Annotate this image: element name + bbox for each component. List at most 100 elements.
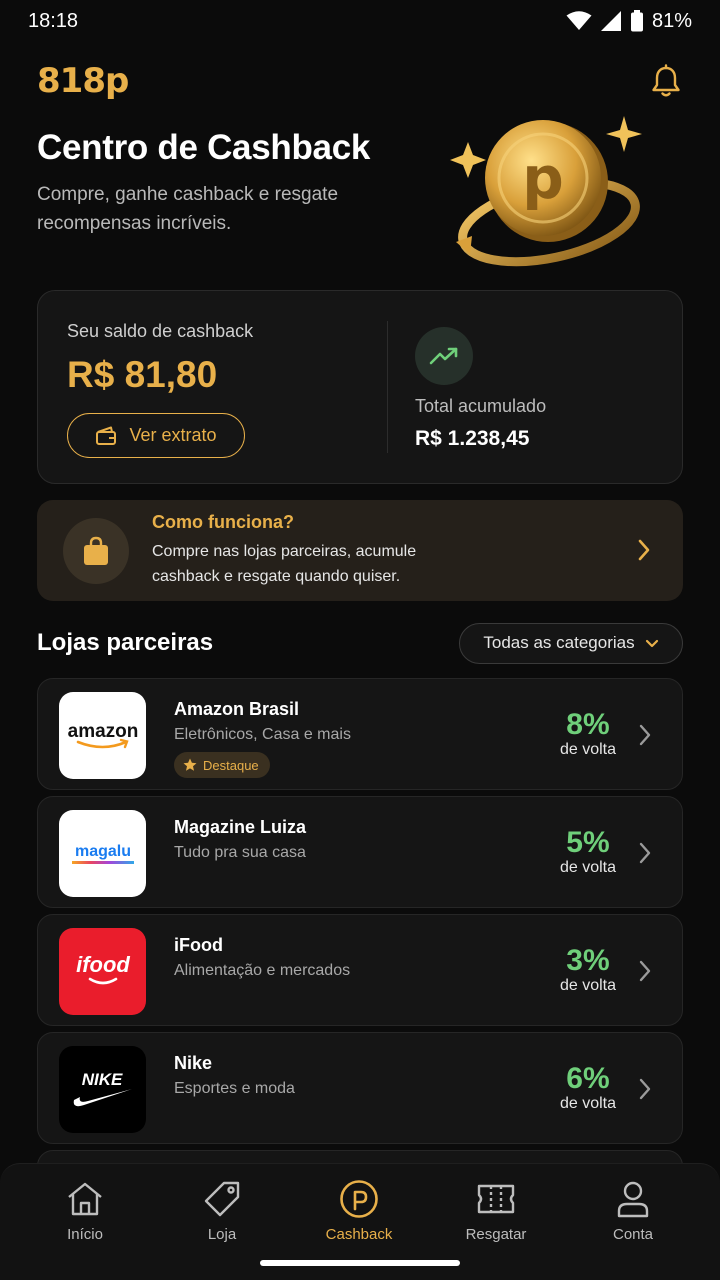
cashback-rate-label: de volta	[559, 1095, 616, 1112]
view-statement-label: Ver extrato	[129, 425, 217, 445]
nike-logo-text: NIKE	[81, 1070, 122, 1089]
nav-item-loja[interactable]: Loja	[162, 1178, 282, 1243]
balance-section: Seu saldo de cashback R$ 81,80 Ver extra…	[38, 321, 388, 458]
trend-up-icon	[415, 327, 473, 385]
page-title: Centro de Cashback	[37, 128, 371, 167]
how-it-works-text: Como funciona? Compre nas lojas parceira…	[152, 512, 552, 589]
hero-section: Centro de Cashback Compre, ganhe cashbac…	[37, 128, 457, 238]
nav-label: Início	[67, 1226, 103, 1243]
store-name: Nike	[174, 1053, 213, 1073]
nav-item-resgatar[interactable]: Resgatar	[436, 1178, 556, 1243]
chevron-right-icon	[639, 724, 651, 746]
app-header: 818p	[37, 58, 684, 104]
store-info: Nike Esportes e moda	[174, 1053, 295, 1098]
featured-badge: Destaque	[174, 752, 270, 778]
how-desc-line-2: cashback e resgate quando quiser.	[152, 568, 401, 585]
svg-text:p: p	[522, 144, 564, 212]
how-it-works-card[interactable]: Como funciona? Compre nas lojas parceira…	[37, 500, 683, 601]
wifi-icon	[566, 11, 592, 30]
store-category: Alimentação e mercados	[174, 962, 351, 979]
how-desc-line-1: Compre nas lojas parceiras, acumule	[152, 543, 417, 560]
page-subtitle: Compre, ganhe cashback e resgate recompe…	[37, 180, 457, 238]
store-category: Eletrônicos, Casa e mais	[174, 726, 351, 743]
subtitle-line-1: Compre, ganhe cashback e resgate	[37, 184, 339, 205]
star-icon	[183, 758, 197, 771]
cashback-rate-label: de volta	[559, 859, 616, 876]
brand-logo[interactable]: 818p	[37, 61, 129, 101]
signal-icon	[600, 11, 621, 31]
total-accumulated-value: R$ 1.238,45	[415, 427, 530, 450]
shopping-bag-icon	[63, 517, 129, 584]
store-info: Magazine Luiza Tudo pra sua casa	[174, 817, 306, 862]
total-accumulated-label: Total acumulado	[415, 396, 547, 416]
store-item-ifood[interactable]: ifood iFood Alimentação e mercados 3% de…	[37, 914, 683, 1026]
nav-item-conta[interactable]: Conta	[573, 1178, 693, 1243]
gold-coin-illustration: p	[450, 116, 642, 267]
cashback-rate: 3% de volta	[560, 945, 616, 995]
category-filter-value: Todas as categorias	[483, 633, 635, 652]
ticket-icon	[475, 1178, 517, 1220]
amazon-logo: amazon	[59, 692, 146, 779]
cashback-rate-value: 8%	[566, 708, 610, 741]
store-name: Amazon Brasil	[174, 699, 300, 719]
featured-badge-label: Destaque	[203, 757, 259, 773]
cashback-rate-value: 5%	[566, 826, 610, 859]
battery-percent: 81%	[651, 9, 692, 32]
store-item-amazon[interactable]: amazon Amazon Brasil Eletrônicos, Casa e…	[37, 678, 683, 790]
nike-logo: NIKE	[59, 1046, 146, 1133]
how-it-works-title: Como funciona?	[152, 512, 294, 532]
balance-value: R$ 81,80	[67, 354, 218, 395]
amazon-logo-text: amazon	[67, 721, 138, 742]
status-time: 18:18	[28, 9, 79, 32]
store-info: iFood Alimentação e mercados	[174, 935, 350, 980]
cashback-coin-icon	[338, 1178, 380, 1220]
cashback-rate: 6% de volta	[560, 1063, 616, 1113]
cashback-rate-label: de volta	[559, 741, 616, 758]
cashback-rate-value: 6%	[566, 1062, 610, 1095]
store-info: Amazon Brasil Eletrônicos, Casa e mais D…	[174, 699, 351, 778]
store-category: Esportes e moda	[174, 1080, 295, 1097]
cashback-rate-label: de volta	[559, 977, 616, 994]
ifood-logo-text: ifood	[76, 952, 130, 977]
status-bar: 18:18 81%	[0, 0, 720, 42]
section-title: Lojas parceiras	[37, 629, 214, 656]
total-section: Total acumulado R$ 1.238,45	[388, 291, 546, 483]
magalu-logo-text: magalu	[74, 843, 130, 860]
store-item-nike[interactable]: NIKE Nike Esportes e moda 6% de volta	[37, 1032, 683, 1144]
magalu-logo: magalu	[59, 810, 146, 897]
wallet-icon	[96, 426, 117, 445]
user-icon	[612, 1178, 654, 1220]
ifood-logo: ifood	[59, 928, 146, 1015]
subtitle-line-2: recompensas incríveis.	[37, 213, 232, 234]
battery-icon	[630, 10, 643, 32]
nav-item-cashback[interactable]: Cashback	[299, 1178, 419, 1243]
nav-label: Loja	[207, 1226, 237, 1243]
how-it-works-description: Compre nas lojas parceiras, acumule cash…	[152, 539, 552, 589]
store-name: iFood	[174, 935, 223, 955]
cashback-rate: 8% de volta	[560, 709, 616, 759]
partner-stores-header: Lojas parceiras Todas as categorias	[37, 622, 683, 664]
chevron-right-icon	[639, 842, 651, 864]
chevron-right-icon	[639, 960, 651, 982]
cashback-balance-card: Seu saldo de cashback R$ 81,80 Ver extra…	[37, 290, 683, 484]
nav-label: Conta	[612, 1226, 654, 1243]
chevron-right-icon	[639, 1078, 651, 1100]
chevron-down-icon	[645, 639, 658, 647]
category-filter-dropdown[interactable]: Todas as categorias	[459, 622, 683, 664]
store-name: Magazine Luiza	[174, 817, 307, 837]
cashback-rate-value: 3%	[566, 944, 610, 977]
store-item-magalu[interactable]: magalu Magazine Luiza Tudo pra sua casa …	[37, 796, 683, 908]
status-icons: 81%	[566, 10, 692, 33]
cashback-rate: 5% de volta	[560, 827, 616, 877]
nav-label: Cashback	[325, 1226, 393, 1243]
chevron-right-icon	[638, 539, 650, 561]
notifications-bell-icon[interactable]	[648, 63, 684, 99]
nav-label: Resgatar	[465, 1226, 527, 1243]
balance-label: Seu saldo de cashback	[67, 321, 254, 341]
home-indicator[interactable]	[260, 1260, 460, 1266]
nav-item-inicio[interactable]: Início	[25, 1178, 145, 1243]
view-statement-button[interactable]: Ver extrato	[67, 413, 245, 458]
home-icon	[64, 1178, 106, 1220]
store-category: Tudo pra sua casa	[174, 844, 306, 861]
tag-icon	[201, 1178, 243, 1220]
